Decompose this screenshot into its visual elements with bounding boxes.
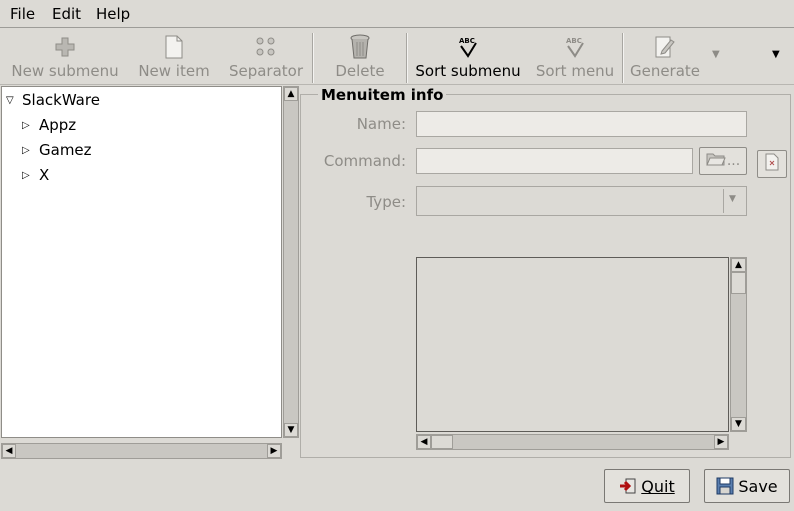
toolbar-separator	[312, 33, 314, 83]
scroll-left-arrow-icon[interactable]: ◀	[417, 435, 431, 449]
sort-submenu-button[interactable]: ABC Sort submenu	[410, 29, 526, 85]
toolbar-separator	[406, 33, 408, 83]
name-label: Name:	[356, 115, 406, 133]
separator-button[interactable]: Separator	[222, 29, 310, 85]
scroll-up-arrow-icon[interactable]: ▲	[731, 258, 746, 272]
details-horizontal-scrollbar[interactable]: ◀ ▶	[416, 434, 729, 450]
scroll-down-arrow-icon[interactable]: ▼	[731, 417, 746, 431]
scroll-thumb[interactable]	[731, 272, 746, 294]
combo-divider	[723, 189, 724, 213]
tree-horizontal-scrollbar[interactable]: ◀ ▶	[1, 443, 282, 459]
tree-item-x[interactable]: X	[39, 166, 49, 184]
scroll-left-arrow-icon[interactable]: ◀	[2, 444, 16, 458]
scroll-up-arrow-icon[interactable]: ▲	[284, 87, 298, 101]
tree-item-gamez[interactable]: Gamez	[39, 141, 92, 159]
new-item-button[interactable]: New item	[130, 29, 218, 85]
menubar: File Edit Help	[0, 0, 794, 28]
browse-command-button[interactable]: ...	[699, 147, 747, 175]
trash-icon	[349, 34, 371, 60]
name-field[interactable]	[416, 111, 747, 137]
scroll-right-arrow-icon[interactable]: ▶	[714, 435, 728, 449]
svg-text:ABC: ABC	[459, 37, 475, 45]
document-icon	[164, 34, 184, 60]
clear-command-button[interactable]	[757, 150, 787, 178]
new-submenu-button[interactable]: New submenu	[4, 29, 126, 85]
save-button[interactable]: Save	[704, 469, 790, 503]
separator-icon	[254, 34, 278, 60]
scroll-right-arrow-icon[interactable]: ▶	[267, 444, 281, 458]
menu-edit[interactable]: Edit	[52, 5, 81, 23]
command-label: Command:	[323, 152, 406, 170]
type-select[interactable]: ▼	[416, 186, 747, 216]
folder-open-icon	[706, 151, 726, 171]
collapsed-arrow-icon[interactable]: ▷	[22, 145, 30, 156]
command-field[interactable]	[416, 148, 693, 174]
sort-abc-icon: ABC	[562, 34, 588, 60]
generate-dropdown-arrow-icon[interactable]: ▼	[712, 49, 720, 60]
collapsed-arrow-icon[interactable]: ▷	[22, 120, 30, 131]
chevron-down-icon[interactable]: ▼	[729, 194, 736, 204]
clear-document-icon	[764, 153, 780, 175]
details-vertical-scrollbar[interactable]: ▲ ▼	[730, 257, 747, 432]
toolbar-separator	[622, 33, 624, 83]
sort-abc-icon: ABC	[455, 34, 481, 60]
scroll-thumb[interactable]	[431, 435, 453, 449]
floppy-disk-icon	[716, 477, 734, 495]
menu-help[interactable]: Help	[96, 5, 130, 23]
details-text-area[interactable]	[416, 257, 729, 432]
scroll-down-arrow-icon[interactable]: ▼	[284, 423, 298, 437]
tree-item-appz[interactable]: Appz	[39, 116, 76, 134]
quit-button[interactable]: Quit	[604, 469, 690, 503]
edit-document-icon	[654, 34, 676, 60]
plus-icon	[54, 34, 76, 60]
tree-item-root[interactable]: SlackWare	[22, 91, 100, 109]
quit-icon	[619, 477, 637, 495]
toolbar-overflow-arrow-icon[interactable]: ▼	[772, 49, 780, 60]
tree-vertical-scrollbar[interactable]: ▲ ▼	[283, 86, 299, 438]
sort-menu-button[interactable]: ABC Sort menu	[530, 29, 620, 85]
svg-text:ABC: ABC	[566, 37, 582, 45]
menu-tree[interactable]: ▽ SlackWare ▷ Appz ▷ Gamez ▷ X	[1, 86, 282, 438]
delete-button[interactable]: Delete	[318, 29, 402, 85]
collapsed-arrow-icon[interactable]: ▷	[22, 170, 30, 181]
menu-file[interactable]: File	[10, 5, 35, 23]
toolbar: New submenu New item Separator Delete AB…	[0, 29, 794, 85]
section-title: Menuitem info	[318, 86, 447, 104]
expanded-arrow-icon[interactable]: ▽	[6, 95, 14, 106]
generate-button[interactable]: Generate	[626, 29, 704, 85]
type-label: Type:	[366, 193, 406, 211]
